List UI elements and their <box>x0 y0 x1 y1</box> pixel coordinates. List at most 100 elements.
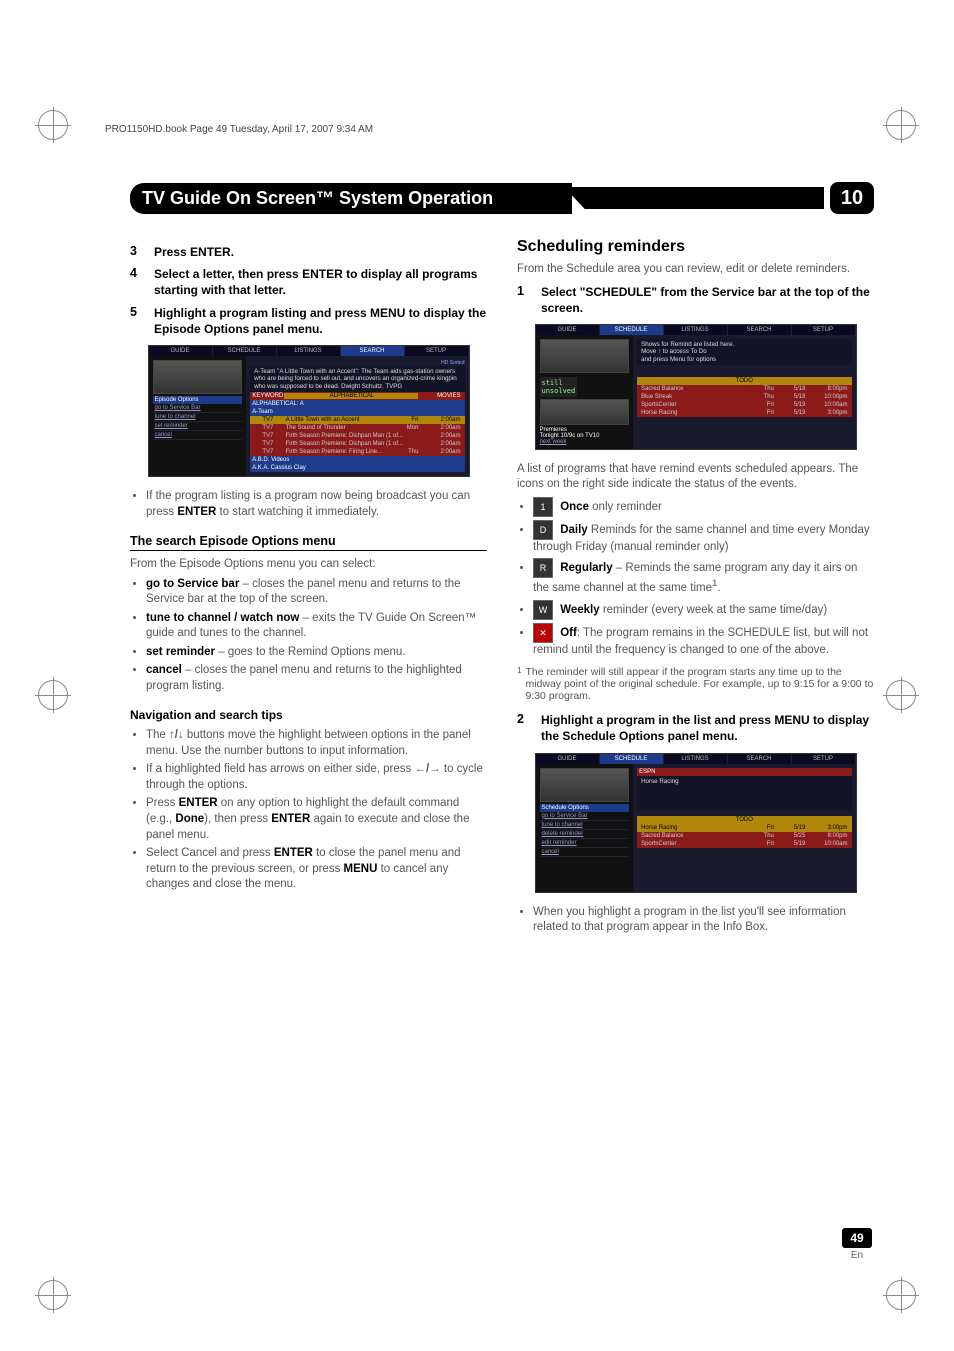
ss-row-day: Fri <box>742 410 774 416</box>
ss-row-time: 3:00pm <box>805 825 849 831</box>
ss-row-time: 2:00am <box>418 441 462 447</box>
crop-mark-icon <box>38 1280 68 1310</box>
step-number: 4 <box>130 266 144 298</box>
once-icon: 1 <box>533 497 553 517</box>
step-2: 2 Highlight a program in the list and pr… <box>517 712 874 744</box>
ss-row-time: 2:00am <box>418 417 462 423</box>
ss-tab: SETUP <box>405 346 469 356</box>
body-text: If the program listing is a program now … <box>146 489 487 520</box>
list-item: ✕ Off: The program remains in the SCHEDU… <box>533 623 874 659</box>
ss-row-ch: TV7 <box>252 417 284 423</box>
ss-row-title: Blue Streak <box>639 394 742 400</box>
ss-row-ch: TV7 <box>252 433 284 439</box>
ss-cat: MOVIES <box>418 393 462 399</box>
body-text: When you highlight a program in the list… <box>533 905 874 936</box>
crop-mark-icon <box>886 680 916 710</box>
footnote: 1 The reminder will still appear if the … <box>517 666 874 702</box>
ss-tab: SETUP <box>792 325 856 335</box>
ss-preview-box <box>540 768 630 802</box>
list-item: R Regularly – Reminds the same program a… <box>533 558 874 596</box>
footnote-text: The reminder will still appear if the pr… <box>525 666 874 702</box>
ss-row-title: Horse Racing <box>639 825 742 831</box>
left-right-arrow-icon: ←/→ <box>414 763 440 775</box>
ss-row-title: Sacred Balance <box>639 386 742 392</box>
ss-row-day: Thu <box>387 449 419 455</box>
crop-mark-icon <box>886 110 916 140</box>
regularly-icon: R <box>533 558 553 578</box>
step-5: 5 Highlight a program listing and press … <box>130 305 487 337</box>
step-text: Press ENTER. <box>154 244 234 260</box>
page-number: 49 <box>842 1228 872 1248</box>
list-item: cancel – closes the panel menu and retur… <box>146 663 487 694</box>
list-item: If a highlighted field has arrows on eit… <box>146 762 487 793</box>
ss-tab: LISTINGS <box>664 325 728 335</box>
ss-row-day: Fri <box>387 417 419 423</box>
ss-cat: KEYWORD <box>252 393 284 399</box>
ss-row-day: Fri <box>742 841 774 847</box>
ss-row-title: Horse Racing <box>639 410 742 416</box>
ss-row-title: SportsCenter <box>639 402 742 408</box>
off-icon: ✕ <box>533 623 553 643</box>
ss-row-day: Fri <box>742 402 774 408</box>
ss-row-title: Firth Season Premiere: Firing Line... <box>284 449 387 455</box>
ss-tab-active: SEARCH <box>341 346 405 356</box>
ss-row-time: 8:00pm <box>805 833 849 839</box>
ss-row-title: Firth Season Premiere: Dishpan Man (1 of… <box>284 433 419 439</box>
ss-channel-label: ESPN <box>637 768 851 776</box>
up-down-arrow-icon: ↑/↓ <box>169 729 184 741</box>
ss-left-title: Schedule Options <box>540 804 630 812</box>
ss-row-time: 2:00am <box>418 433 462 439</box>
weekly-icon: W <box>533 600 553 620</box>
step-4: 4 Select a letter, then press ENTER to d… <box>130 266 487 298</box>
ss-row-time: 10:00pm <box>805 394 849 400</box>
ss-preview-box <box>540 399 630 425</box>
left-column: 3 Press ENTER. 4 Select a letter, then p… <box>130 238 487 940</box>
ss-tab: LISTINGS <box>277 346 341 356</box>
chapter-number: 10 <box>830 182 874 214</box>
step-number: 3 <box>130 244 144 260</box>
ss-row-day: Thu <box>742 386 774 392</box>
body-text: From the Schedule area you can review, e… <box>517 262 874 278</box>
ss-row-date: 5/19 <box>774 825 806 831</box>
ss-left-title: Episode Options <box>153 396 243 404</box>
footnote-ref: 1 <box>712 578 717 589</box>
schedule-options-screenshot: GUIDE SCHEDULE LISTINGS SEARCH SETUP Sch… <box>535 753 857 893</box>
footnote-number: 1 <box>517 666 521 702</box>
step-text: Highlight a program listing and press ME… <box>154 305 487 337</box>
ss-tab: GUIDE <box>149 346 213 356</box>
title-bar-decoration <box>564 187 824 209</box>
ss-left-item: go to Service Bar <box>153 404 243 413</box>
ss-todo-header: TODO <box>637 816 851 824</box>
daily-icon: D <box>533 520 553 540</box>
ss-left-item: cancel <box>153 431 243 440</box>
ss-row-title: Firth Season Premiere: Dishpan Man (1 of… <box>284 441 419 447</box>
list-item: D Daily Reminds for the same channel and… <box>533 520 874 556</box>
ss-row-date: 5/19 <box>774 841 806 847</box>
list-item: set reminder – goes to the Remind Option… <box>146 645 487 661</box>
list-item: The ↑/↓ buttons move the highlight betwe… <box>146 728 487 759</box>
ss-left-item: set reminder <box>153 422 243 431</box>
ss-row-title: SportsCenter <box>639 841 742 847</box>
heading-scheduling-reminders: Scheduling reminders <box>517 238 874 256</box>
ss-tab-active: SCHEDULE <box>600 754 664 764</box>
ss-tab: LISTINGS <box>664 754 728 764</box>
ss-row-time: 8:00pm <box>805 386 849 392</box>
ss-row-time: 2:00am <box>418 425 462 431</box>
ss-tab: SETUP <box>792 754 856 764</box>
ss-left-item: edit reminder <box>540 839 630 848</box>
ss-preview-box <box>153 360 243 394</box>
right-column: Scheduling reminders From the Schedule a… <box>517 238 874 940</box>
ss-group-label: ALPHABETICAL: A <box>250 400 464 408</box>
ss-row-day: Thu <box>742 394 774 400</box>
ss-tab-active: SCHEDULE <box>600 325 664 335</box>
ss-left-item: cancel <box>540 848 630 857</box>
ss-left-item: tune to channel <box>540 821 630 830</box>
document-header-info: PRO1150HD.book Page 49 Tuesday, April 17… <box>105 124 373 135</box>
ss-footer-row: A.B.D. Videos <box>250 456 464 464</box>
ss-todo-header: TODO <box>637 377 851 385</box>
step-text: Select a letter, then press ENTER to dis… <box>154 266 487 298</box>
ss-left-item: tune to channel <box>153 413 243 422</box>
ss-row-title: Sacred Balance <box>639 833 742 839</box>
ss-row-day: Mon <box>387 425 419 431</box>
list-item: Press ENTER on any option to highlight t… <box>146 796 487 843</box>
